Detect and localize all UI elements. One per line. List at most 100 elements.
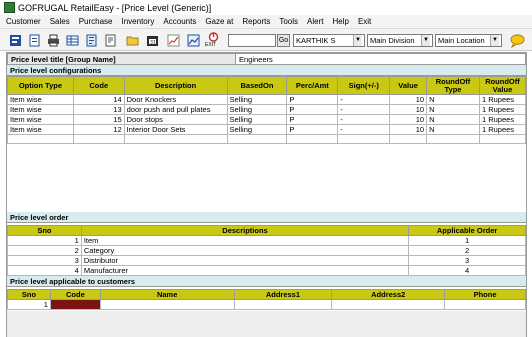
user-select-value: KARTHIK S — [296, 36, 336, 45]
menu-purchase[interactable]: Purchase — [79, 17, 113, 26]
customer-code-input[interactable] — [49, 299, 101, 310]
report-tool-icon[interactable] — [84, 33, 98, 47]
table-row[interactable]: Item wise 14 Door Knockers Selling P -10 N 1 Ru… — [7, 94, 527, 105]
go-button[interactable]: Go — [277, 34, 290, 47]
col-header: RoundOff Type — [426, 76, 480, 95]
col-header: Applicable Order — [408, 225, 526, 236]
cell: 2 — [408, 245, 526, 256]
cell: 1 Rupees — [478, 114, 527, 125]
location-select[interactable]: Main Location ▼ — [435, 34, 502, 47]
chevron-down-icon: ▼ — [421, 35, 430, 46]
table-row[interactable]: 4 Manufacturer 4 — [7, 265, 526, 276]
cell: P — [286, 104, 339, 115]
cell: Category — [80, 245, 410, 256]
cell: door push and pull plates — [123, 104, 228, 115]
cell: Door stops — [123, 114, 228, 125]
menu-bar: Customer Sales Purchase Inventory Accoun… — [0, 15, 532, 29]
customers-table: Sno Code Name Address1 Address2 Phone 1 — [7, 289, 526, 310]
picture-icon[interactable] — [186, 33, 200, 47]
cell: Item wise — [7, 124, 74, 135]
cell: 10 — [389, 114, 428, 125]
cell: Item — [80, 235, 410, 246]
cell: Selling — [226, 94, 288, 105]
table-row[interactable] — [7, 134, 527, 144]
menu-help[interactable]: Help — [332, 17, 348, 26]
price-level-title-input[interactable]: Engineers — [236, 53, 526, 65]
table-row[interactable]: 1 — [7, 299, 526, 310]
menu-reports[interactable]: Reports — [242, 17, 270, 26]
menu-sales[interactable]: Sales — [50, 17, 70, 26]
division-select[interactable]: Main Division ▼ — [367, 34, 433, 47]
table-row[interactable]: 2 Category 2 — [7, 245, 526, 256]
table-tool-icon[interactable] — [65, 33, 79, 47]
cell: 1 — [408, 235, 526, 246]
folder-icon[interactable] — [125, 33, 139, 47]
menu-inventory[interactable]: Inventory — [122, 17, 155, 26]
cell: 3 — [7, 255, 82, 266]
menu-gaze-at[interactable]: Gaze at — [205, 17, 233, 26]
chevron-down-icon: ▼ — [353, 35, 362, 46]
col-header: Sno — [7, 289, 51, 300]
table-row[interactable]: Item wise 12 Interior Door Sets Selling P -10… — [7, 124, 527, 135]
cell: 14 — [72, 94, 125, 105]
table-row[interactable]: Item wise 15 Door stops Selling P -10 N 1 Rupee… — [7, 114, 527, 125]
exit-label: EXIT — [205, 42, 217, 48]
menu-tools[interactable]: Tools — [279, 17, 298, 26]
chart-icon[interactable] — [166, 33, 180, 47]
window-title: GOFRUGAL RetailEasy - [Price Level (Gene… — [18, 2, 212, 13]
cell: 1 Rupees — [478, 124, 527, 135]
cell: P — [286, 124, 339, 135]
cell: 10 — [389, 124, 428, 135]
order-section-header: Price level order — [7, 212, 526, 223]
svg-text:31: 31 — [150, 39, 156, 45]
price-level-title-row: Price level title [Group Name] Engineers — [7, 53, 526, 65]
cell: 4 — [7, 265, 82, 276]
title-bar: GOFRUGAL RetailEasy - [Price Level (Gene… — [0, 0, 532, 15]
cell: N — [426, 94, 480, 105]
notes-tool-icon[interactable] — [103, 33, 117, 47]
config-table: Option Type Code Description BasedOn Per… — [7, 76, 527, 144]
document-tool-icon[interactable] — [27, 33, 41, 47]
calendar-icon[interactable]: 31 — [145, 33, 159, 47]
col-header: Phone — [444, 289, 526, 300]
col-header: BasedOn — [226, 76, 288, 95]
cell — [99, 299, 235, 310]
col-header: RoundOff Value — [478, 76, 527, 95]
customers-section-header: Price level applicable to customers — [7, 276, 526, 287]
app-logo-icon — [4, 2, 15, 13]
cell: 2 — [7, 245, 82, 256]
table-row[interactable]: 3 Distributor 3 — [7, 255, 526, 266]
customers-empty-area — [7, 311, 526, 337]
col-header: Address2 — [331, 289, 446, 300]
table-row[interactable]: Item wise 13 door push and pull plates Sell… — [7, 104, 527, 115]
cell: Manufacturer — [80, 265, 410, 276]
order-table: Sno Descriptions Applicable Order 1 Item 1… — [7, 225, 526, 276]
cell: 12 — [72, 124, 125, 135]
search-input[interactable] — [228, 34, 276, 47]
chat-icon[interactable] — [508, 32, 526, 48]
menu-accounts[interactable]: Accounts — [163, 17, 196, 26]
col-header: Code — [49, 289, 101, 300]
col-header: Perc/Amt — [286, 76, 339, 95]
menu-alert[interactable]: Alert — [307, 17, 323, 26]
cell: Distributor — [80, 255, 410, 266]
cell: P — [286, 114, 339, 125]
col-header: Descriptions — [80, 225, 410, 236]
cell: Selling — [226, 104, 288, 115]
cell: 10 — [389, 104, 428, 115]
print-icon[interactable] — [46, 33, 60, 47]
cell: - — [337, 104, 391, 115]
cell: 1 Rupees — [478, 94, 527, 105]
customer-tool-icon[interactable] — [8, 33, 22, 47]
menu-customer[interactable]: Customer — [6, 17, 41, 26]
cell: - — [337, 114, 391, 125]
user-select[interactable]: KARTHIK S ▼ — [293, 34, 365, 47]
cell: P — [286, 94, 339, 105]
col-header: Sign(+/-) — [337, 76, 391, 95]
toolbar: 31 EXIT Go KARTHIK S ▼ Main Division ▼ M… — [0, 29, 532, 51]
menu-exit[interactable]: Exit — [358, 17, 371, 26]
cell — [444, 299, 526, 310]
cell: 13 — [72, 104, 125, 115]
table-row[interactable]: 1 Item 1 — [7, 235, 526, 246]
cell: 4 — [408, 265, 526, 276]
